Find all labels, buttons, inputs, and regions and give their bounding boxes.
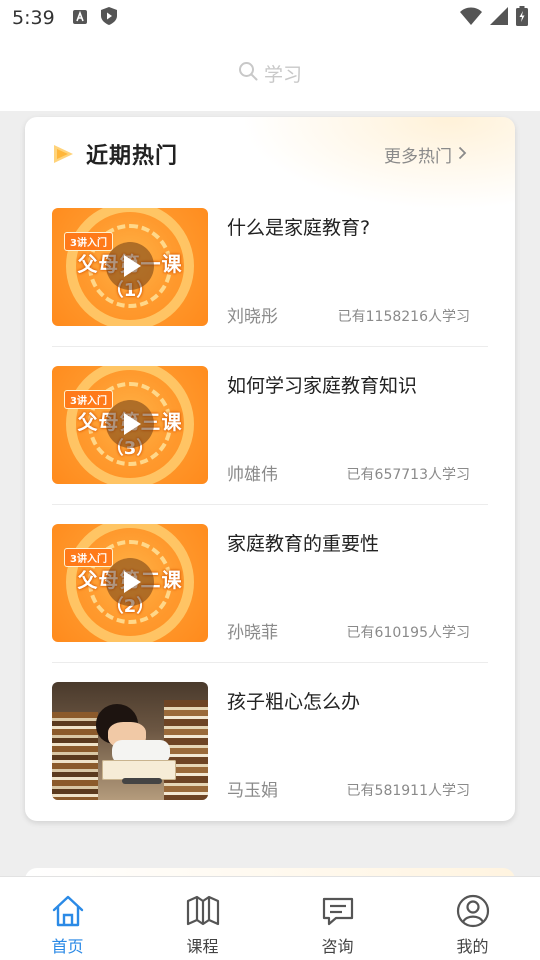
books-stack-right xyxy=(164,700,208,800)
tab-label: 咨询 xyxy=(321,937,354,956)
flame-icon xyxy=(51,141,77,167)
bottom-tab-bar: 首页 课程 咨询 我的 xyxy=(0,876,540,960)
tab-mine[interactable]: 我的 xyxy=(405,877,540,960)
course-title: 什么是家庭教育? xyxy=(227,217,371,239)
search-area: 学习 xyxy=(0,36,540,111)
battery-icon xyxy=(516,6,528,30)
book-icon xyxy=(185,893,221,929)
course-learner-count: 已有657713人学习 xyxy=(346,467,470,483)
card-header: 近期热门 更多热门 xyxy=(25,117,515,189)
course-thumbnail: 3讲入门 父母第一课 （1） xyxy=(52,208,208,326)
course-learner-count: 已有1158216人学习 xyxy=(337,309,470,325)
hot-courses-card: 近期热门 更多热门 3讲入门 父母第一课 （1） 什么是家庭教育? 刘晓彤 已有… xyxy=(25,117,515,821)
course-item[interactable]: 3讲入门 父母第一课 （1） 什么是家庭教育? 刘晓彤 已有1158216人学习 xyxy=(52,189,488,347)
more-hot-link[interactable]: 更多热门 xyxy=(384,142,467,167)
tab-label: 我的 xyxy=(456,937,489,956)
course-list: 3讲入门 父母第一课 （1） 什么是家庭教育? 刘晓彤 已有1158216人学习… xyxy=(52,189,488,821)
course-title: 家庭教育的重要性 xyxy=(227,533,380,555)
search-box[interactable]: 学习 xyxy=(238,60,302,87)
section-title: 近期热门 xyxy=(86,144,179,169)
course-item[interactable]: 3讲入门 父母第二课 （2） 家庭教育的重要性 孙晓菲 已有610195人学习 xyxy=(52,505,488,663)
chevron-right-icon xyxy=(458,145,467,165)
course-learner-count: 已有581911人学习 xyxy=(346,783,470,799)
more-hot-label: 更多热门 xyxy=(384,147,452,167)
course-title: 孩子粗心怎么办 xyxy=(227,691,361,713)
tab-label: 首页 xyxy=(51,937,84,956)
search-placeholder: 学习 xyxy=(263,64,302,86)
play-icon[interactable] xyxy=(106,558,154,606)
course-learner-count: 已有610195人学习 xyxy=(346,625,470,641)
tab-courses[interactable]: 课程 xyxy=(135,877,270,960)
course-teacher: 刘晓彤 xyxy=(227,307,278,327)
shield-icon xyxy=(100,7,117,29)
signal-icon xyxy=(490,7,508,29)
status-time: 5:39 xyxy=(12,7,55,29)
play-icon[interactable] xyxy=(106,400,154,448)
course-item[interactable]: 孩子粗心怎么办 马玉娟 已有581911人学习 xyxy=(52,663,488,821)
course-item[interactable]: 3讲入门 父母第三课 （3） 如何学习家庭教育知识 帅雄伟 已有657713人学… xyxy=(52,347,488,505)
status-icons-right xyxy=(460,6,528,30)
tab-consult[interactable]: 咨询 xyxy=(270,877,405,960)
course-teacher: 孙晓菲 xyxy=(227,623,278,643)
open-book xyxy=(102,760,176,780)
search-icon xyxy=(238,61,258,86)
books-stack-left xyxy=(52,712,98,800)
play-icon[interactable] xyxy=(106,242,154,290)
tab-label: 课程 xyxy=(186,937,219,956)
user-icon xyxy=(455,893,491,929)
magnifier xyxy=(122,778,162,784)
course-thumbnail: 3讲入门 父母第三课 （3） xyxy=(52,366,208,484)
status-icons-left xyxy=(72,7,117,29)
course-teacher: 帅雄伟 xyxy=(227,465,278,485)
home-icon xyxy=(50,893,86,929)
course-teacher: 马玉娟 xyxy=(227,781,278,801)
course-thumbnail xyxy=(52,682,208,800)
course-title: 如何学习家庭教育知识 xyxy=(227,375,418,397)
status-bar: 5:39 xyxy=(0,0,540,36)
wifi-icon xyxy=(460,7,482,29)
chat-icon xyxy=(320,893,356,929)
a-badge-icon xyxy=(72,9,87,28)
course-thumbnail: 3讲入门 父母第二课 （2） xyxy=(52,524,208,642)
tab-home[interactable]: 首页 xyxy=(0,877,135,960)
